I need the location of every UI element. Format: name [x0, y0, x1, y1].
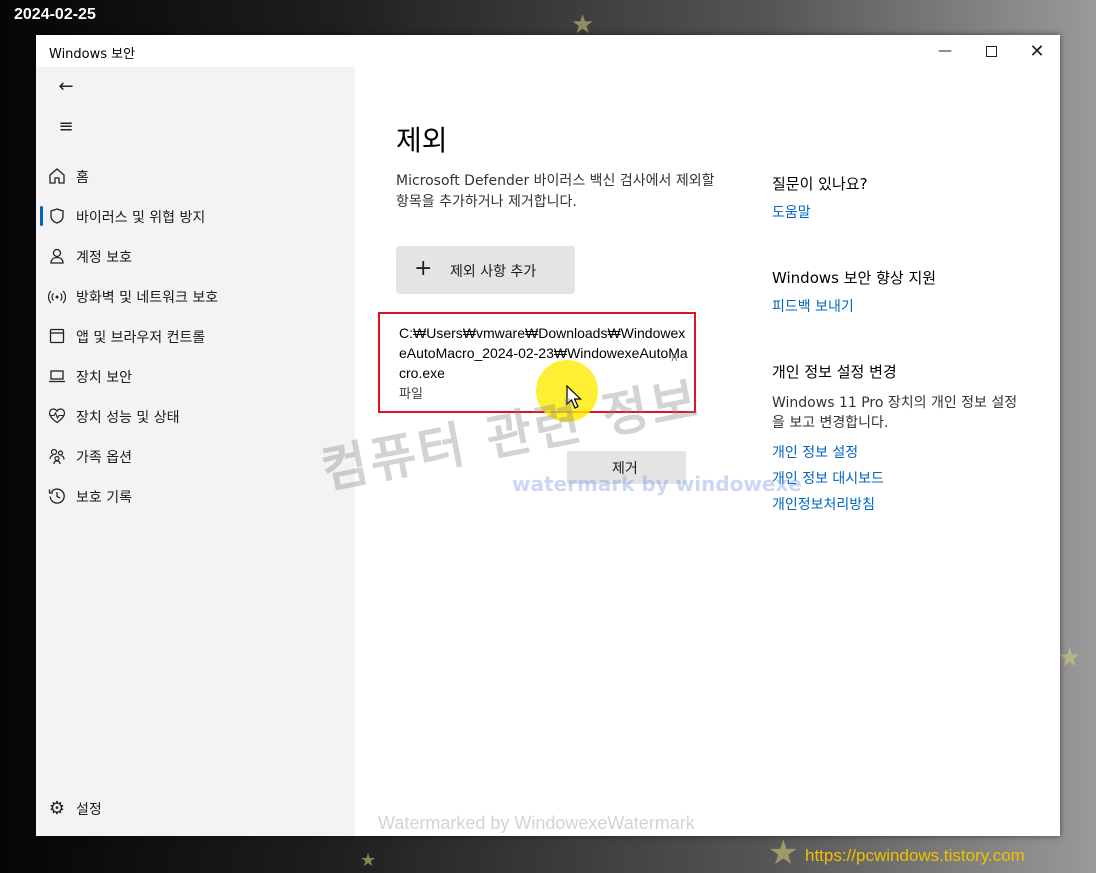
add-exclusion-button[interactable]: + 제외 사항 추가 [396, 246, 575, 294]
add-exclusion-label: 제외 사항 추가 [450, 264, 537, 280]
question-heading: 질문이 있나요? [772, 175, 868, 193]
minimize-icon: — [938, 43, 952, 59]
sidebar-item-virus-protection[interactable]: 바이러스 및 위협 방지 [36, 197, 355, 235]
feedback-link[interactable]: 피드백 보내기 [772, 296, 854, 316]
sidebar: ← ≡ 홈 바이러스 및 위협 방지 계정 보호 방화벽 및 네트워크 보호 앱… [36, 67, 355, 836]
sidebar-item-device-performance[interactable]: 장치 성능 및 상태 [36, 397, 355, 435]
person-icon [47, 246, 67, 266]
back-button[interactable]: ← [46, 68, 86, 104]
sidebar-item-protection-history[interactable]: 보호 기록 [36, 477, 355, 515]
sidebar-item-label: 바이러스 및 위협 방지 [76, 210, 206, 226]
page-title: 제외 [396, 124, 448, 157]
back-arrow-icon: ← [58, 75, 74, 97]
wifi-icon [47, 286, 67, 306]
sidebar-item-label: 장치 보안 [76, 370, 132, 386]
privacy-settings-link[interactable]: 개인 정보 설정 [772, 442, 858, 462]
star-icon: ★ [1058, 643, 1082, 673]
watermark-bottom: Watermarked by WindowexeWatermark [378, 813, 695, 833]
title-bar[interactable]: Windows 보안 — ✕ [36, 35, 1060, 67]
sidebar-item-firewall[interactable]: 방화벽 및 네트워크 보호 [36, 277, 355, 315]
site-url: https://pcwindows.tistory.com [805, 846, 1025, 865]
sidebar-item-label: 계정 보호 [76, 250, 132, 266]
home-icon [47, 166, 67, 186]
app-window-icon [47, 326, 67, 346]
sidebar-item-label: 보호 기록 [76, 490, 132, 506]
improve-heading: Windows 보안 향상 지원 [772, 269, 937, 287]
heart-pulse-icon [47, 406, 67, 426]
sidebar-item-label: 방화벽 및 네트워크 보호 [76, 290, 219, 306]
windows-security-window: Windows 보안 — ✕ ← ≡ 홈 바이러스 및 위협 방지 계정 보호 … [36, 35, 1060, 836]
sidebar-item-home[interactable]: 홈 [36, 157, 355, 195]
sidebar-item-app-browser-control[interactable]: 앱 및 브라우저 컨트롤 [36, 317, 355, 355]
minimize-button[interactable]: — [922, 35, 968, 67]
help-link[interactable]: 도움말 [772, 202, 811, 222]
watermark-subtext: watermark by windowexe [512, 472, 802, 496]
gear-icon: ⚙ [48, 797, 66, 819]
maximize-button[interactable] [968, 35, 1014, 67]
menu-button[interactable]: ≡ [46, 108, 86, 144]
privacy-heading: 개인 정보 설정 변경 [772, 363, 897, 381]
privacy-statement-link[interactable]: 개인정보처리방침 [772, 494, 875, 514]
page-description: Microsoft Defender 바이러스 백신 검사에서 제외할 항목을 … [396, 173, 715, 210]
date-stamp: 2024-02-25 [14, 6, 96, 23]
sidebar-item-label: 홈 [76, 170, 89, 186]
star-icon: ★ [768, 833, 799, 873]
sidebar-item-label: 가족 옵션 [76, 450, 132, 466]
history-icon [47, 486, 67, 506]
sidebar-item-device-security[interactable]: 장치 보안 [36, 357, 355, 395]
exclusion-type: 파일 [399, 387, 423, 402]
sidebar-item-settings[interactable]: ⚙ 설정 [36, 789, 355, 827]
privacy-description: Windows 11 Pro 장치의 개인 정보 설정을 보고 변경합니다. [772, 395, 1018, 431]
close-icon: ✕ [1029, 40, 1045, 62]
window-title: Windows 보안 [49, 47, 136, 62]
sidebar-item-account-protection[interactable]: 계정 보호 [36, 237, 355, 275]
sidebar-item-label: 앱 및 브라우저 컨트롤 [76, 330, 206, 346]
shield-icon [47, 206, 67, 226]
sidebar-item-label: 장치 성능 및 상태 [76, 410, 180, 426]
family-icon [47, 446, 67, 466]
active-indicator [40, 206, 43, 226]
hamburger-icon: ≡ [58, 115, 74, 137]
close-button[interactable]: ✕ [1014, 35, 1060, 67]
star-icon: ★ [360, 850, 377, 871]
laptop-icon [47, 366, 67, 386]
sidebar-item-family-options[interactable]: 가족 옵션 [36, 437, 355, 475]
plus-icon: + [414, 256, 433, 281]
sidebar-item-label: 설정 [76, 802, 102, 818]
maximize-icon [985, 45, 997, 57]
